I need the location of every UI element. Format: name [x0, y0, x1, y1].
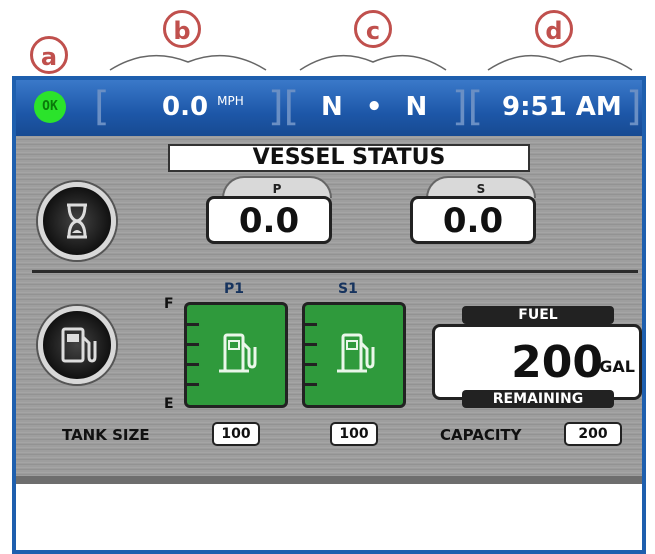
vessel-display: OK [ 0.0 MPH ][ N • N ][ 9:51 AM ] VESSE…	[12, 76, 646, 554]
capacity-value[interactable]: 200	[564, 422, 622, 446]
hourglass-icon	[67, 203, 87, 239]
page-title: VESSEL STATUS	[168, 144, 530, 172]
annotation-marker-c: c	[354, 10, 392, 48]
fuel-pump-icon	[61, 327, 97, 363]
heading-readout: N • N	[321, 84, 427, 130]
fuel-pump-icon	[337, 333, 375, 373]
full-marker: F	[164, 296, 174, 312]
section-divider	[32, 270, 638, 273]
starboard-engine-tab: S	[426, 176, 536, 198]
tank-size-s1[interactable]: 100	[330, 422, 378, 446]
speed-value: 0.0	[162, 92, 209, 122]
tank-size-p1[interactable]: 100	[212, 422, 260, 446]
annotation-brace-c	[299, 54, 447, 71]
annotation-brace-d	[487, 54, 633, 71]
annotation-marker-d: d	[535, 10, 573, 48]
heading-right: N	[405, 92, 428, 122]
heading-left: N	[321, 92, 343, 122]
annotation-marker-a: a	[30, 36, 68, 74]
clock-time: 9:51 AM	[502, 92, 622, 122]
tank-label-p1: P1	[224, 281, 245, 297]
port-engine-tab: P	[222, 176, 332, 198]
speed-readout: 0.0 MPH	[162, 84, 244, 130]
fuel-remaining-unit: GAL	[599, 357, 635, 376]
fuel-button[interactable]	[38, 306, 116, 384]
annotation-brace-b	[109, 54, 267, 71]
fuel-label: FUEL	[462, 306, 614, 324]
tank-label-s1: S1	[338, 281, 358, 297]
bracket-left-icon: [	[94, 84, 110, 130]
starboard-engine-hours: 0.0	[410, 196, 536, 244]
speed-unit: MPH	[217, 94, 244, 108]
port-engine-hours: 0.0	[206, 196, 332, 244]
heading-separator: •	[365, 92, 383, 122]
ok-status-indicator[interactable]: OK	[34, 91, 66, 123]
empty-marker: E	[164, 396, 174, 412]
fuel-remaining-panel: 200 GAL	[432, 324, 642, 400]
engine-hours-button[interactable]	[38, 182, 116, 260]
fuel-remaining-value: 200	[511, 337, 603, 388]
bracket-divider-icon: ][	[268, 84, 300, 130]
tank-size-label: TANK SIZE	[62, 426, 150, 444]
capacity-label: CAPACITY	[440, 426, 522, 444]
annotation-marker-b: b	[163, 10, 201, 48]
fuel-pump-icon	[219, 333, 257, 373]
status-panel: VESSEL STATUS P 0.0 S 0.0 F E P1 S1 FUEL…	[16, 136, 642, 484]
status-bar: OK [ 0.0 MPH ][ N • N ][ 9:51 AM ]	[16, 80, 642, 136]
fuel-tank-s1[interactable]	[302, 302, 406, 408]
fuel-tank-p1[interactable]	[184, 302, 288, 408]
bracket-divider-icon: ][	[452, 84, 484, 130]
bracket-right-icon: ]	[626, 84, 642, 130]
remaining-label: REMAINING	[462, 390, 614, 408]
